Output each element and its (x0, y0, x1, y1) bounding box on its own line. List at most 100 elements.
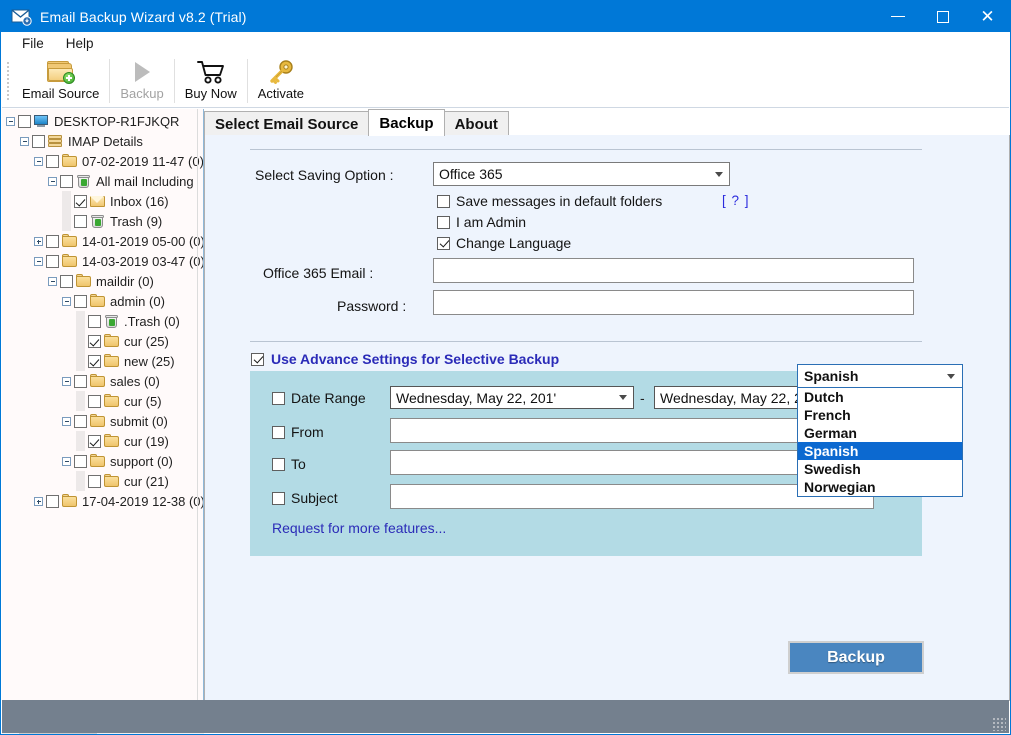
language-select[interactable]: Spanish (797, 364, 963, 388)
tree-node-checkbox[interactable] (88, 334, 101, 348)
saving-option-select[interactable]: Office 365 (433, 162, 730, 186)
tree-node[interactable]: .Trash (0) (2, 311, 190, 331)
tree-node[interactable]: DESKTOP-R1FJKQR (2, 111, 190, 131)
language-option[interactable]: Dutch (798, 388, 962, 406)
tree-expander-minus-icon[interactable] (62, 296, 71, 306)
tab-select-email-source[interactable]: Select Email Source (204, 111, 370, 136)
tree-node[interactable]: 17-04-2019 12-38 (0) (2, 491, 203, 511)
tree-node-checkbox[interactable] (74, 414, 87, 428)
tree-node-checkbox[interactable] (46, 494, 59, 508)
tab-backup[interactable]: Backup (368, 109, 445, 136)
tree-node[interactable]: All mail Including (2, 171, 194, 191)
tree-expander-plus-icon[interactable] (34, 236, 43, 246)
tree-node-checkbox[interactable] (32, 134, 45, 148)
folder-icon (103, 393, 120, 409)
trash-icon (89, 214, 106, 229)
minimize-button[interactable] (875, 1, 920, 32)
backup-button[interactable]: Backup (788, 641, 924, 674)
tree-panel-divider (197, 109, 198, 701)
tree-node[interactable]: admin (0) (2, 291, 190, 311)
tree-node-checkbox[interactable] (46, 154, 59, 168)
tree-expander-minus-icon[interactable] (20, 136, 29, 146)
tree-node-checkbox[interactable] (60, 274, 73, 288)
tree-expander-minus-icon[interactable] (62, 416, 71, 426)
folder-tree: DESKTOP-R1FJKQR IMAP Details 07-02-2019 11… (2, 111, 203, 511)
date-from-picker[interactable]: Wednesday, May 22, 201' (390, 386, 634, 409)
from-checkbox[interactable]: From (272, 424, 324, 440)
tree-node[interactable]: submit (0) (2, 411, 190, 431)
tree-node[interactable]: Inbox (16) (2, 191, 190, 211)
date-range-checkbox[interactable]: Date Range (272, 390, 366, 406)
maximize-button[interactable] (920, 1, 965, 32)
toolbar-button-email-source[interactable]: Email Source (14, 56, 107, 106)
tree-expander-minus-icon[interactable] (62, 376, 71, 386)
tree-node-checkbox[interactable] (74, 214, 87, 228)
use-advance-settings-checkbox[interactable]: Use Advance Settings for Selective Backu… (251, 351, 559, 367)
tree-node-label: submit (0) (110, 413, 168, 429)
help-link[interactable]: [ ? ] (722, 193, 750, 208)
tree-node-checkbox[interactable] (88, 434, 101, 448)
language-dropdown-list[interactable]: Dutch French German Spanish Swedish Norwegian (797, 388, 963, 497)
toolbar-button-backup[interactable]: Backup (112, 56, 171, 106)
i-am-admin-checkbox[interactable]: I am Admin (437, 214, 526, 230)
tree-node-checkbox[interactable] (18, 114, 31, 128)
close-button[interactable]: ✕ (965, 1, 1010, 32)
tree-node-checkbox[interactable] (74, 374, 87, 388)
language-option[interactable]: Norwegian (798, 478, 962, 496)
language-option[interactable]: French (798, 406, 962, 424)
menu-item-help[interactable]: Help (56, 34, 104, 53)
tree-node-label: 07-02-2019 11-47 (0) (82, 153, 204, 169)
tree-node[interactable]: 07-02-2019 11-47 (0) (2, 151, 203, 171)
language-option[interactable]: German (798, 424, 962, 442)
tree-node[interactable]: support (0) (2, 451, 190, 471)
tree-expander-minus-icon[interactable] (62, 456, 71, 466)
toolbar-button-buy-now[interactable]: Buy Now (177, 56, 245, 106)
tree-expander-minus-icon[interactable] (48, 176, 57, 186)
password-input[interactable] (433, 290, 914, 315)
tree-node[interactable]: 14-03-2019 03-47 (0) (2, 251, 203, 271)
language-option[interactable]: Swedish (798, 460, 962, 478)
to-checkbox[interactable]: To (272, 456, 306, 472)
menu-item-file[interactable]: File (12, 34, 54, 53)
tree-node-checkbox[interactable] (88, 474, 101, 488)
tree-node[interactable]: cur (25) (2, 331, 190, 351)
tree-node-checkbox[interactable] (74, 454, 87, 468)
tree-node-checkbox[interactable] (46, 234, 59, 248)
tree-node[interactable]: new (25) (2, 351, 190, 371)
tree-expander-plus-icon[interactable] (34, 496, 43, 506)
tree-node[interactable]: 14-01-2019 05-00 (0) (2, 231, 203, 251)
tab-about[interactable]: About (443, 111, 509, 136)
tree-node[interactable]: cur (21) (2, 471, 190, 491)
tree-node[interactable]: sales (0) (2, 371, 190, 391)
request-features-link[interactable]: Request for more features... (272, 520, 446, 536)
tree-node[interactable]: IMAP Details (2, 131, 190, 151)
tree-node-label: maildir (0) (96, 273, 154, 289)
folder-tree-panel[interactable]: DESKTOP-R1FJKQR IMAP Details 07-02-2019 11… (2, 109, 204, 701)
toolbar-button-activate[interactable]: Activate (250, 56, 312, 106)
language-option[interactable]: Spanish (798, 442, 962, 460)
tree-node-label: cur (5) (124, 393, 162, 409)
tab-strip: Select Email Source Backup About (204, 109, 1010, 136)
tree-node-checkbox[interactable] (46, 254, 59, 268)
tree-node-checkbox[interactable] (74, 194, 87, 208)
save-default-folders-checkbox[interactable]: Save messages in default folders (437, 193, 662, 209)
change-language-checkbox[interactable]: Change Language (437, 235, 571, 251)
tree-node[interactable]: cur (19) (2, 431, 190, 451)
tree-expander-minus-icon[interactable] (34, 156, 43, 166)
tree-node[interactable]: cur (5) (2, 391, 190, 411)
tree-node-checkbox[interactable] (74, 294, 87, 308)
tree-node-checkbox[interactable] (88, 354, 101, 368)
resize-grip-icon[interactable] (992, 717, 1006, 731)
tree-node-checkbox[interactable] (88, 314, 101, 328)
subject-checkbox[interactable]: Subject (272, 490, 338, 506)
toolbar-grip[interactable] (5, 60, 11, 102)
tree-node[interactable]: Trash (9) (2, 211, 190, 231)
tree-node-checkbox[interactable] (60, 174, 73, 188)
tree-node[interactable]: maildir (0) (2, 271, 190, 291)
toolbar-separator (173, 59, 175, 103)
tree-expander-minus-icon[interactable] (48, 276, 57, 286)
tree-expander-minus-icon[interactable] (6, 116, 15, 126)
tree-node-checkbox[interactable] (88, 394, 101, 408)
office365-email-input[interactable] (433, 258, 914, 283)
tree-expander-minus-icon[interactable] (34, 256, 43, 266)
